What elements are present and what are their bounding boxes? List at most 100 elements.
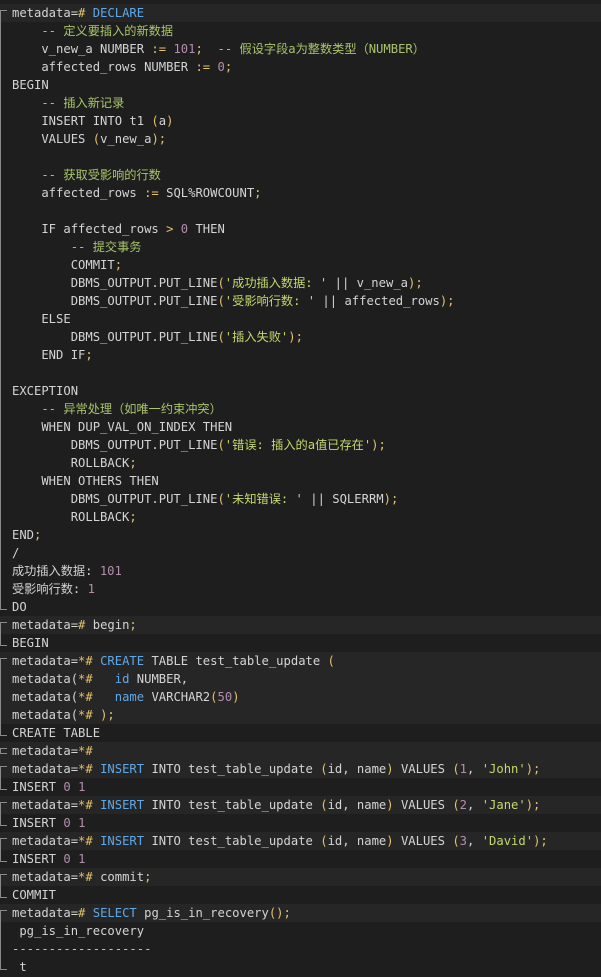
- output-line: ROLLBACK;: [0, 508, 601, 526]
- block-bracket: [0, 910, 7, 970]
- code-token: -- 异常处理（如唯一约束冲突）: [12, 402, 222, 416]
- code-token: v_new_a NUMBER: [12, 42, 152, 56]
- code-token: metadata=: [12, 834, 79, 848]
- code-token: IF affected_rows: [12, 222, 167, 236]
- prompt-line: metadata=*# commit;: [0, 868, 601, 886]
- code-token: 2: [459, 798, 467, 812]
- code-token: affected_rows NUMBER: [12, 60, 196, 74]
- code-token: );: [383, 492, 399, 506]
- output-line: END;: [0, 526, 601, 544]
- code-token: id, name: [327, 834, 387, 848]
- output-line: BEGIN: [0, 634, 601, 652]
- code-token: metadata(: [12, 708, 79, 722]
- code-token: 50: [217, 690, 233, 704]
- code-token: :=: [195, 60, 211, 74]
- block-bracket: [0, 802, 7, 826]
- output-line: DBMS_OUTPUT.PUT_LINE('成功插入数据: ' || v_new…: [0, 274, 601, 292]
- code-token: *#: [78, 798, 93, 812]
- prompt-line: metadata(*# );: [0, 706, 601, 724]
- code-token: ELSE: [12, 312, 71, 326]
- code-token: -- 假设字段a为整数类型（NUMBER）: [217, 42, 425, 56]
- block-bracket: [0, 874, 7, 898]
- output-line: EXCEPTION: [0, 382, 601, 400]
- code-token: ;: [129, 618, 137, 632]
- code-token: 1: [78, 852, 86, 866]
- code-token: (: [92, 132, 101, 146]
- code-token: ): [386, 762, 394, 776]
- code-token: SQL%ROWCOUNT: [158, 186, 255, 200]
- code-token: pg_is_in_recovery: [12, 924, 145, 938]
- code-token: (: [217, 492, 225, 506]
- code-token: (: [210, 690, 218, 704]
- code-token: v_new_a: [100, 132, 152, 146]
- code-token: VARCHAR2: [144, 690, 211, 704]
- code-token: 'Jane': [481, 798, 526, 812]
- code-token: INSERT: [12, 852, 64, 866]
- code-token: ,: [467, 834, 482, 848]
- code-token: INSERT: [100, 834, 145, 848]
- code-token: DBMS_OUTPUT.PUT_LINE: [12, 492, 218, 506]
- code-token: *#: [78, 708, 93, 722]
- terminal-output[interactable]: metadata=# DECLARE -- 定义要插入的新数据 v_new_a …: [0, 0, 601, 977]
- code-token: );: [371, 438, 386, 452]
- output-line: WHEN DUP_VAL_ON_INDEX THEN: [0, 418, 601, 436]
- code-token: commit: [92, 870, 145, 884]
- code-token: ,: [467, 762, 482, 776]
- code-token: metadata=: [12, 6, 79, 20]
- code-token: WHEN OTHERS THEN: [12, 474, 159, 488]
- output-line: WHEN OTHERS THEN: [0, 472, 601, 490]
- output-line: pg_is_in_recovery: [0, 922, 601, 940]
- block-bracket: [0, 658, 7, 736]
- code-token: -------------------: [12, 942, 152, 956]
- output-line: DBMS_OUTPUT.PUT_LINE('错误: 插入的a值已存在');: [0, 436, 601, 454]
- code-token: || SQLERRM: [302, 492, 384, 506]
- code-token: *#: [78, 834, 93, 848]
- output-line: /: [0, 544, 601, 562]
- output-line: INSERT INTO t1 (a): [0, 112, 601, 130]
- code-token: );: [525, 798, 541, 812]
- code-token: 1: [459, 762, 467, 776]
- code-token: (: [217, 438, 225, 452]
- code-token: BEGIN: [12, 78, 49, 92]
- code-token: 1: [78, 816, 86, 830]
- code-token: metadata=: [12, 618, 79, 632]
- code-token: *#: [78, 870, 93, 884]
- output-line: -- 提交事务: [0, 238, 601, 256]
- code-token: EXCEPTION: [12, 384, 79, 398]
- code-token: DBMS_OUTPUT.PUT_LINE: [12, 294, 218, 308]
- prompt-line: metadata=*# INSERT INTO test_table_updat…: [0, 832, 601, 850]
- code-token: :=: [151, 42, 167, 56]
- output-line: CREATE TABLE: [0, 724, 601, 742]
- code-token: );: [151, 132, 167, 146]
- code-token: ;: [85, 348, 93, 362]
- output-line: INSERT 0 1: [0, 814, 601, 832]
- code-token: metadata=: [12, 762, 79, 776]
- code-token: ;: [254, 186, 262, 200]
- code-token: (: [452, 834, 460, 848]
- code-token: );: [100, 708, 115, 722]
- code-token: id, name: [327, 798, 387, 812]
- output-line: ELSE: [0, 310, 601, 328]
- code-token: ;: [129, 456, 137, 470]
- code-token: COMMIT: [12, 258, 115, 272]
- output-line: -- 异常处理（如唯一约束冲突）: [0, 400, 601, 418]
- output-line: 受影响行数: 1: [0, 580, 601, 598]
- code-token: '受影响行数: ': [224, 294, 316, 308]
- code-token: );: [533, 834, 548, 848]
- code-token: 0: [63, 780, 71, 794]
- code-token: ;: [129, 510, 137, 524]
- code-token: 0: [217, 60, 225, 74]
- code-token: /: [12, 546, 20, 560]
- output-line: ROLLBACK;: [0, 454, 601, 472]
- code-token: DO: [12, 600, 27, 614]
- code-token: (: [452, 762, 460, 776]
- code-token: pg_is_in_recovery: [136, 906, 269, 920]
- code-token: t: [12, 960, 27, 974]
- code-token: CREATE: [100, 654, 145, 668]
